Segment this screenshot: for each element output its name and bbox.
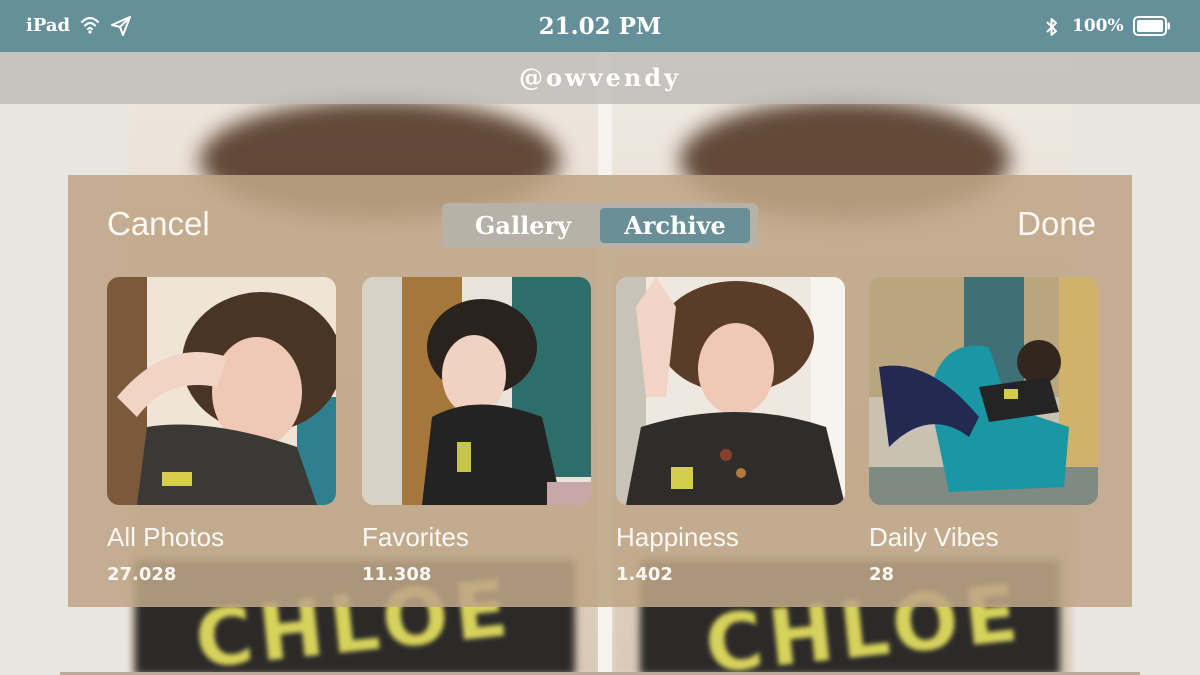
album-picker: Cancel Gallery Archive Done All Photos 2… xyxy=(68,175,1132,607)
album-title: Daily Vibes xyxy=(869,522,999,552)
done-button[interactable]: Done xyxy=(1017,205,1096,243)
album-count: 28 xyxy=(869,564,895,585)
album-grid: All Photos 27.028 Favorites 11.308 Happi… xyxy=(107,277,1099,587)
album-title: Happiness xyxy=(616,522,739,552)
album-daily-vibes[interactable]: Daily Vibes 28 xyxy=(869,277,1098,587)
album-thumbnail[interactable] xyxy=(107,277,336,505)
battery-icon xyxy=(1133,16,1171,36)
bluetooth-icon xyxy=(1044,16,1060,38)
battery-percent: 100% xyxy=(1072,16,1124,36)
profile-header: @owvendy xyxy=(0,52,1200,104)
album-thumbnail[interactable] xyxy=(869,277,1098,505)
segmented-control: Gallery Archive xyxy=(442,203,758,248)
clock: 21.02 PM xyxy=(538,13,662,40)
album-thumbnail[interactable] xyxy=(616,277,845,505)
album-count: 1.402 xyxy=(616,564,673,585)
album-thumbnail[interactable] xyxy=(362,277,591,505)
status-bar: iPad 21.02 PM 100% xyxy=(0,0,1200,52)
tab-archive[interactable]: Archive xyxy=(600,208,750,243)
album-count: 27.028 xyxy=(107,564,177,585)
album-title: Favorites xyxy=(362,522,469,552)
username[interactable]: @owvendy xyxy=(0,63,1200,92)
album-happiness[interactable]: Happiness 1.402 xyxy=(616,277,845,587)
cancel-button[interactable]: Cancel xyxy=(107,205,210,243)
album-title: All Photos xyxy=(107,522,225,552)
tab-gallery[interactable]: Gallery xyxy=(450,208,596,243)
album-count: 11.308 xyxy=(362,564,432,585)
album-all-photos[interactable]: All Photos 27.028 xyxy=(107,277,336,587)
album-favorites[interactable]: Favorites 11.308 xyxy=(362,277,591,587)
